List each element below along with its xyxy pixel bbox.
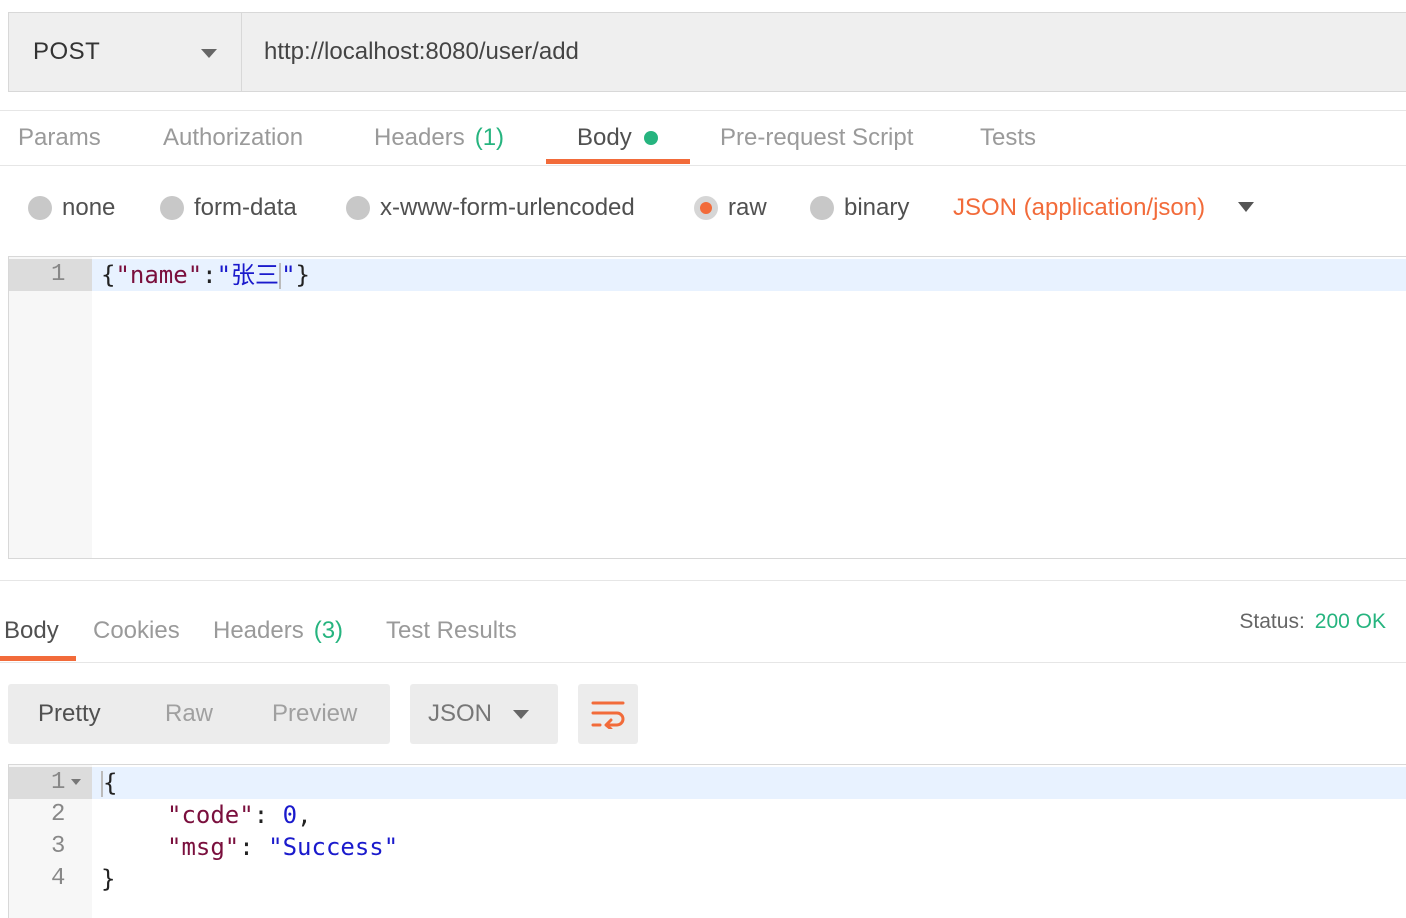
code-line: "code": 0, [167,799,312,831]
chevron-down-icon [513,710,529,719]
radio-urlencoded-label: x-www-form-urlencoded [380,194,635,221]
radio-urlencoded[interactable]: x-www-form-urlencoded [346,186,635,230]
tab-params[interactable]: Params [18,111,101,165]
response-tab-cookies[interactable]: Cookies [93,604,180,658]
radio-raw-label: raw [728,194,767,221]
json-string-quote: " [281,261,296,289]
method-label: POST [33,38,101,65]
json-key: "msg" [167,833,240,861]
response-tab-headers[interactable]: Headers (3) [213,604,343,658]
response-tab-headers-label: Headers [213,617,304,644]
json-string-value: "Success" [268,833,399,861]
wrap-lines-icon [591,701,625,729]
request-bar: POST http://localhost:8080/user/add [8,12,1406,92]
json-number-value: 0 [282,801,298,829]
code-line: { [101,767,117,799]
view-preview-button[interactable]: Preview [272,684,357,744]
headers-count-badge: (3) [313,617,344,644]
colon: : [239,833,269,861]
radio-form-data[interactable]: form-data [160,186,297,230]
brace: { [101,261,116,289]
active-tab-underline [0,656,76,661]
line-number: 2 [51,801,66,828]
fold-toggle-icon[interactable] [71,778,82,785]
line-number: 1 [9,767,92,799]
line-number: 4 [51,865,66,892]
chevron-down-icon [201,49,217,58]
brace: } [101,865,116,893]
headers-count-badge: (1) [474,124,505,151]
radio-none[interactable]: none [28,186,115,230]
active-tab-underline [546,159,690,164]
view-mode-toggle: Pretty Raw Preview [8,684,390,744]
content-type-select[interactable]: JSON (application/json) [953,186,1205,230]
radio-form-data-label: form-data [194,194,297,221]
url-input[interactable]: http://localhost:8080/user/add [242,13,1406,91]
tab-prerequest-script[interactable]: Pre-request Script [720,111,913,165]
view-raw-button[interactable]: Raw [165,684,213,744]
format-select[interactable]: JSON [410,684,558,744]
line-number: 1 [9,259,92,291]
tab-headers-label: Headers [374,124,465,151]
radio-checked-icon [694,196,718,220]
tab-authorization[interactable]: Authorization [163,111,303,165]
editor-line: 1 {"name":"张三"} [9,259,1406,291]
view-pretty-button[interactable]: Pretty [38,684,101,744]
tab-body[interactable]: Body [577,111,658,165]
radio-circle-icon [346,196,370,220]
radio-circle-icon [160,196,184,220]
code-line: } [101,863,115,895]
comma: , [297,801,312,829]
chevron-down-icon[interactable] [1238,202,1254,212]
wrap-lines-button[interactable] [578,684,638,744]
radio-binary[interactable]: binary [810,186,909,230]
json-key: "code" [167,801,254,829]
response-tab-body[interactable]: Body [4,604,59,658]
code-line: {"name":"张三"} [101,259,310,291]
json-string-value: "张三 [216,261,280,289]
radio-binary-label: binary [844,194,910,221]
code-line: "msg": "Success" [167,831,398,863]
editor-line: 4 } [9,863,1406,895]
method-select[interactable]: POST [9,13,242,91]
format-label: JSON [428,700,493,727]
editor-gutter [9,257,92,558]
tab-body-label: Body [577,124,632,151]
response-tabs: Body Cookies Headers (3) Test Results [0,600,1406,663]
request-tabs: Params Authorization Headers (1) Body Pr… [0,110,1406,166]
line-number-text: 1 [51,769,66,796]
radio-raw[interactable]: raw [694,186,767,230]
response-tab-test-results[interactable]: Test Results [386,604,517,658]
editor-line: 2 "code": 0, [9,799,1406,831]
radio-circle-icon [28,196,52,220]
colon: : [253,801,283,829]
tab-headers[interactable]: Headers (1) [374,111,504,165]
tab-tests[interactable]: Tests [980,111,1036,165]
brace: } [295,261,310,289]
status-value: 200 OK [1314,610,1386,633]
section-divider [0,580,1406,581]
line-number: 3 [51,833,66,860]
request-body-editor[interactable]: 1 {"name":"张三"} [8,256,1406,559]
editor-line: 3 "msg": "Success" [9,831,1406,863]
brace: { [103,769,118,797]
status-label: Status: [1239,610,1305,633]
radio-circle-icon [810,196,834,220]
response-body-viewer[interactable]: 1 { 2 "code": 0, 3 "msg": "Success" 4 } [8,764,1406,918]
colon: : [202,261,217,289]
radio-none-label: none [62,194,116,221]
json-key: "name" [115,261,203,289]
editor-line: 1 { [9,767,1406,799]
body-indicator-dot-icon [643,131,658,145]
response-status: Status: 200 OK [1239,610,1386,634]
